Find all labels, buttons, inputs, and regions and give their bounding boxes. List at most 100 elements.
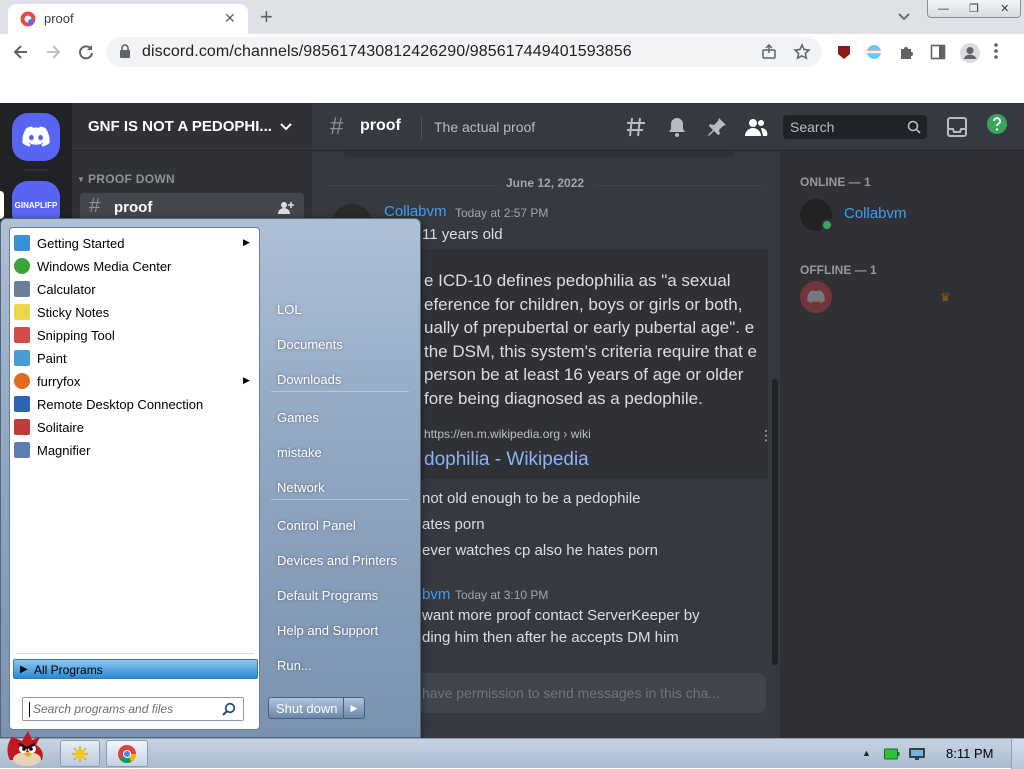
program-item[interactable]: Calculator [12,278,258,300]
new-tab-button[interactable]: + [260,4,273,30]
member-name[interactable]: Collabvm [844,205,907,222]
program-label: Snipping Tool [37,328,115,343]
tab-close-icon[interactable]: ✕ [224,10,236,27]
getting-started-icon [14,235,30,251]
program-item[interactable]: Remote Desktop Connection [12,393,258,415]
close-window-button[interactable]: ✕ [989,0,1020,17]
category-chevron-icon[interactable]: ▼ [77,175,85,184]
bell-icon[interactable] [666,116,688,138]
discord-home-button[interactable] [12,113,60,161]
start-place-item[interactable]: Devices and Printers [269,546,411,576]
threads-icon[interactable] [626,116,648,138]
program-item[interactable]: Getting Started ▶ [12,232,258,254]
offline-header: OFFLINE — 1 [800,263,877,277]
avatar[interactable] [800,281,832,313]
kebab-menu-icon[interactable] [994,43,998,59]
message-text: ding him then after he accepts DM him [422,629,679,646]
side-panel-icon[interactable] [930,44,946,60]
lock-icon[interactable] [119,44,131,58]
program-item[interactable]: Paint [12,347,258,369]
bookmark-star-icon[interactable] [793,43,811,61]
search-input[interactable]: Search [783,115,927,139]
member-list-icon[interactable] [744,116,768,138]
message-composer[interactable]: have permission to send messages in this… [402,673,766,713]
composer-placeholder: have permission to send messages in this… [422,685,721,701]
server-header[interactable]: GNF IS NOT A PEDOPHI... [72,103,312,151]
reload-icon[interactable] [77,43,95,61]
shut-down-button[interactable]: Shut down [268,697,344,719]
power-icon[interactable] [884,748,900,760]
more-options-icon[interactable]: ⋮ [759,427,773,444]
taskbar-chrome-button[interactable] [106,740,148,767]
maximize-button[interactable]: ❐ [959,0,990,17]
inbox-icon[interactable] [946,116,968,138]
address-bar[interactable]: discord.com/channels/985617430812426290/… [106,37,822,67]
embed-title-link[interactable]: dophilia - Wikipedia [424,449,589,471]
extensions-puzzle-icon[interactable] [898,43,916,61]
start-button-bird-icon[interactable] [2,729,52,769]
browser-tab[interactable]: proof ✕ [8,4,248,34]
start-place-item[interactable]: Default Programs [269,581,411,611]
pin-icon[interactable] [706,116,728,138]
network-icon[interactable] [908,747,926,761]
server-name[interactable]: GNF IS NOT A PEDOPHI... [88,118,272,135]
forward-arrow-icon[interactable] [44,43,62,61]
start-place-item[interactable]: Documents [269,330,411,360]
search-icon[interactable] [222,702,236,716]
hash-icon: # [330,113,344,140]
message-timestamp: Today at 3:10 PM [455,588,549,602]
embed-source-url[interactable]: https://en.m.wikipedia.org › wiki [424,427,591,441]
share-icon[interactable] [761,44,777,60]
shut-down-options-button[interactable]: ▶ [344,697,365,719]
add-member-icon[interactable] [278,200,294,216]
program-label: furryfox [37,374,81,389]
start-place-label: Help and Support [277,623,379,638]
tab-title: proof [44,11,74,26]
program-label: Calculator [37,282,96,297]
extension-flag-icon[interactable] [866,44,882,60]
firefox-icon [14,373,30,389]
text-caret [29,702,30,717]
minimize-button[interactable]: — [928,0,959,17]
program-item[interactable]: Magnifier [12,439,258,461]
taskbar-explorer-button[interactable] [60,740,100,767]
hash-icon: # [89,195,101,217]
start-place-item[interactable]: Help and Support [269,616,411,646]
start-place-item[interactable]: Run... [269,651,411,681]
program-item[interactable]: Windows Media Center [12,255,258,277]
clock[interactable]: 8:11 PM [946,746,993,761]
tray-expand-icon[interactable]: ▲ [862,748,871,758]
back-arrow-icon[interactable] [12,43,30,61]
channel-header: # proof The actual proof Search [312,103,1024,151]
channel-category[interactable]: PROOF DOWN [88,172,175,186]
previous-embed [344,151,734,157]
program-item[interactable]: furryfox ▶ [12,370,258,392]
start-place-label: Devices and Printers [277,553,397,568]
help-icon[interactable] [986,113,1008,135]
divider-line [594,185,764,186]
message-author[interactable]: bvm [422,586,450,603]
message-text: want more proof contact ServerKeeper by [422,607,700,624]
scrollbar[interactable] [772,379,778,665]
start-place-item[interactable]: Control Panel [269,511,411,541]
start-place-label: mistake [277,445,322,460]
all-programs-button[interactable]: ▶ All Programs [13,659,258,679]
profile-avatar-icon[interactable] [959,42,981,64]
tab-search-chevron-icon[interactable] [897,9,911,23]
program-item[interactable]: Snipping Tool [12,324,258,346]
start-place-label: Run... [277,658,312,673]
channel-topic[interactable]: The actual proof [434,119,535,135]
search-programs-input[interactable]: Search programs and files [22,697,244,721]
start-place-item[interactable]: LOL [269,295,411,325]
message-text: not old enough to be a pedophile [422,490,641,507]
program-item[interactable]: Sticky Notes [12,301,258,323]
divider-line [328,185,498,186]
show-desktop-button[interactable] [1011,739,1024,769]
start-place-item[interactable]: Games [269,403,411,433]
start-place-item[interactable]: mistake [269,438,411,468]
program-item[interactable]: Solitaire [12,416,258,438]
url-text[interactable]: discord.com/channels/985617430812426290/… [142,43,632,61]
extension-shield-icon[interactable] [836,44,852,60]
program-label: Solitaire [37,420,84,435]
chevron-down-icon[interactable] [279,120,293,134]
